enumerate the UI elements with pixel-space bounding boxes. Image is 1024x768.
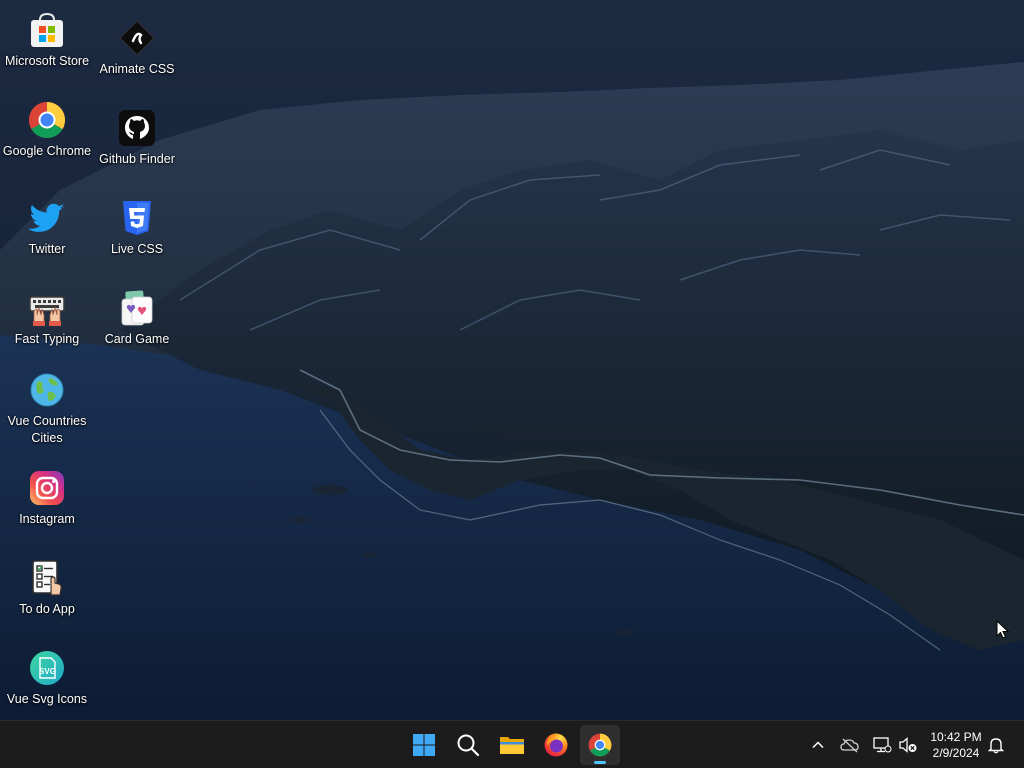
search-icon <box>457 734 480 757</box>
onedrive-offline-icon <box>840 738 859 753</box>
desktop-icon-label: Twitter <box>28 242 66 256</box>
desktop-icon-label: Google Chrome <box>2 144 92 158</box>
onedrive-button[interactable] <box>838 733 862 757</box>
desktop-icon-card-game[interactable]: Card Game <box>92 286 182 372</box>
desktop-icon-vue-countries-cities[interactable]: Vue Countries Cities <box>2 368 92 454</box>
google-chrome-taskbar-button[interactable] <box>580 725 620 765</box>
notifications-button[interactable] <box>984 733 1008 757</box>
network-icon <box>873 737 892 753</box>
css3-icon <box>117 198 157 238</box>
desktop-icon-label: Vue Svg Icons <box>6 692 88 706</box>
bell-icon <box>988 738 1004 754</box>
volume-muted-icon <box>899 737 917 753</box>
file-explorer-button[interactable] <box>492 725 532 765</box>
desktop-icon-label: Card Game <box>104 332 170 346</box>
desktop-icon-label: Fast Typing <box>14 332 80 346</box>
show-hidden-icons-button[interactable] <box>806 733 830 757</box>
desktop-icon-label: Github Finder <box>99 152 175 166</box>
taskbar-clock[interactable]: 10:42 PM 2/9/2024 <box>924 729 988 761</box>
windows-start-icon <box>413 734 435 756</box>
globe-icon <box>27 370 67 410</box>
desktop-icon-animate-css[interactable]: Animate CSS <box>92 16 182 102</box>
svg-text:SVG: SVG <box>39 667 56 676</box>
mouse-cursor-icon <box>996 620 1010 639</box>
instagram-icon <box>27 468 67 508</box>
microsoft-store-icon <box>27 10 67 50</box>
taskbar: 10:42 PM 2/9/2024 <box>0 720 1024 768</box>
todo-list-icon <box>27 558 67 598</box>
active-app-indicator <box>594 761 606 764</box>
desktop-icon-to-do-app[interactable]: To do App <box>2 556 92 642</box>
card-game-icon <box>117 288 157 328</box>
clock-time: 10:42 PM <box>930 730 982 744</box>
desktop-icon-fast-typing[interactable]: Fast Typing <box>2 286 92 372</box>
desktop-icon-live-css[interactable]: Live CSS <box>92 196 182 282</box>
desktop-icon-label: Microsoft Store <box>4 54 90 68</box>
desktop-icon-label: Instagram <box>19 512 75 526</box>
google-chrome-icon <box>588 733 612 757</box>
clock-date: 2/9/2024 <box>932 746 980 760</box>
volume-button[interactable] <box>896 733 920 757</box>
svg-icon: SVG <box>27 648 67 688</box>
firefox-icon <box>544 733 568 757</box>
github-icon <box>117 108 157 148</box>
desktop-icon-label: Vue Countries Cities <box>7 414 87 445</box>
desktop-icon-microsoft-store[interactable]: Microsoft Store <box>2 8 92 94</box>
twitter-icon <box>27 198 67 238</box>
google-chrome-icon <box>27 100 67 140</box>
desktop-icon-instagram[interactable]: Instagram <box>2 466 92 552</box>
network-button[interactable] <box>870 733 894 757</box>
chevron-up-icon <box>812 741 824 749</box>
keyboard-hands-icon <box>27 288 67 328</box>
search-button[interactable] <box>448 725 488 765</box>
animate-css-icon <box>117 18 157 58</box>
desktop-icon-label: Animate CSS <box>99 62 175 76</box>
firefox-button[interactable] <box>536 725 576 765</box>
start-button[interactable] <box>404 725 444 765</box>
desktop-icon-twitter[interactable]: Twitter <box>2 196 92 282</box>
folder-icon <box>500 737 524 754</box>
desktop-icon-google-chrome[interactable]: Google Chrome <box>2 98 92 184</box>
desktop-icon-label: Live CSS <box>110 242 164 256</box>
desktop-icon-github-finder[interactable]: Github Finder <box>92 106 182 192</box>
desktop-icon-label: To do App <box>19 602 75 616</box>
